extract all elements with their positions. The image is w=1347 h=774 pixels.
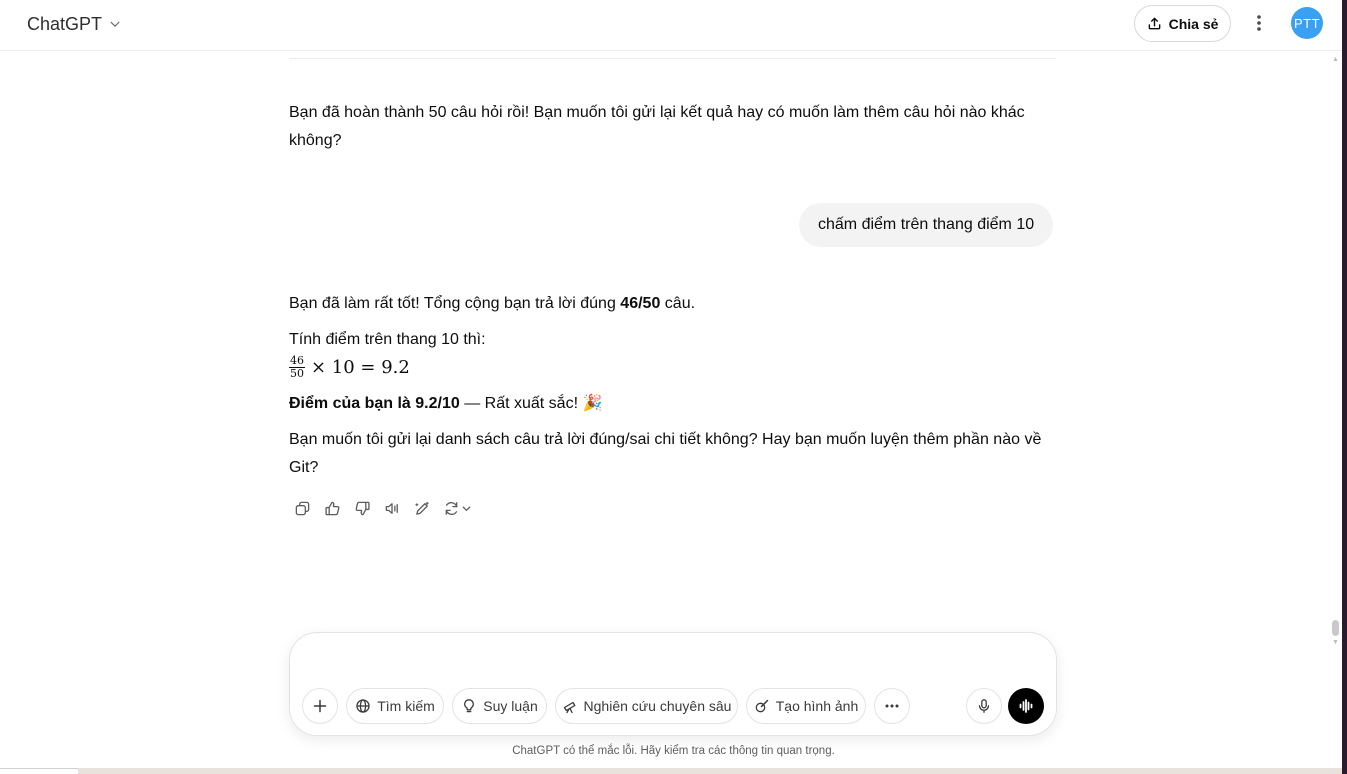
reason-tool-label: Suy luận <box>483 698 538 714</box>
reason-tool-button[interactable]: Suy luận <box>452 688 547 724</box>
model-switcher[interactable]: ChatGPT <box>20 9 129 39</box>
assistant-reply-paragraph-2: Tính điểm trên thang 10 thì: <box>289 331 486 348</box>
user-message-bubble: chấm điểm trên thang điểm 10 <box>799 203 1054 247</box>
model-name: ChatGPT <box>27 13 103 34</box>
regenerate-button[interactable] <box>439 495 475 521</box>
read-aloud-icon <box>385 502 398 514</box>
plus-icon <box>313 699 327 713</box>
edit-in-canvas-button[interactable] <box>409 495 435 521</box>
message-divider <box>289 58 1056 59</box>
disclaimer: ChatGPT có thể mắc lỗi. Hãy kiểm tra các… <box>512 745 835 757</box>
user-message-text: chấm điểm trên thang điểm 10 <box>818 216 1035 233</box>
regenerate-icon <box>445 501 457 515</box>
deep-research-tool-label: Nghiên cứu chuyên sâu <box>583 698 732 714</box>
microphone-icon <box>978 699 990 713</box>
avatar[interactable]: PTT <box>1291 7 1323 39</box>
thumbs-up-icon <box>324 501 339 515</box>
share-label: Chia sẻ <box>1168 15 1219 32</box>
read-aloud-button[interactable] <box>379 495 405 521</box>
math-formula: 46 50 × 10 = 9.2 <box>289 355 410 380</box>
formula-rest: × 10 = 9.2 <box>311 357 410 378</box>
vertical-ellipsis-icon <box>1257 15 1261 31</box>
upload-icon <box>1148 17 1160 30</box>
scroll-up-arrow-icon[interactable]: ▲ <box>1332 56 1339 63</box>
copy-button[interactable] <box>289 495 315 521</box>
bad-response-button[interactable] <box>349 495 375 521</box>
score-result-text: — Rất xuất sắc! 🎉 <box>459 395 603 412</box>
good-response-button[interactable] <box>319 495 345 521</box>
scroll-thumb[interactable] <box>1332 620 1339 636</box>
copy-icon <box>295 501 309 515</box>
taskbar-edge <box>0 768 78 774</box>
sound-wave-icon <box>1019 699 1033 713</box>
scroll-down-arrow-icon[interactable]: ▼ <box>1332 639 1339 646</box>
dictate-button[interactable] <box>966 688 1002 724</box>
more-options-button[interactable] <box>1246 10 1272 36</box>
globe-icon <box>356 699 370 713</box>
voice-mode-button[interactable] <box>1008 688 1044 724</box>
window-edge <box>1342 0 1347 774</box>
taskbar-strip <box>78 768 1342 774</box>
assistant-reply-paragraph-4: Bạn muốn tôi gửi lại danh sách câu trả l… <box>289 431 1042 476</box>
fraction-denominator: 50 <box>290 367 304 380</box>
message-actions <box>289 495 475 521</box>
more-tools-button[interactable] <box>874 688 910 724</box>
top-bar: ChatGPT Chia sẻ PTT <box>0 0 1342 51</box>
create-image-tool-label: Tạo hình ảnh <box>775 698 859 714</box>
paint-brush-icon <box>755 699 768 713</box>
assistant-reply-paragraph-3: Điểm của bạn là 9.2/10 — Rất xuất sắc! 🎉 <box>289 390 1049 418</box>
assistant-message-previous: Bạn đã hoàn thành 50 câu hỏi rồi! Bạn mu… <box>289 104 1025 149</box>
search-tool-label: Tìm kiếm <box>377 698 435 714</box>
conversation-area: Bạn đã hoàn thành 50 câu hỏi rồi! Bạn mu… <box>0 52 1330 632</box>
reply-text: Bạn đã làm rất tốt! Tổng cộng bạn trả lờ… <box>289 295 621 312</box>
composer: Tìm kiếm Suy luận Nghiên cứu chuyên sâu … <box>289 632 1057 736</box>
search-tool-button[interactable]: Tìm kiếm <box>346 688 444 724</box>
chevron-down-icon <box>462 505 470 511</box>
deep-research-tool-button[interactable]: Nghiên cứu chuyên sâu <box>555 688 738 724</box>
reply-bold-score: 46/50 <box>620 295 661 312</box>
assistant-reply-paragraph-1: Bạn đã làm rất tốt! Tổng cộng bạn trả lờ… <box>289 290 1049 318</box>
chat-scrollbar[interactable]: ▲ ▼ <box>1330 52 1342 652</box>
prompt-input[interactable] <box>310 647 1030 675</box>
share-button[interactable]: Chia sẻ <box>1134 5 1231 42</box>
telescope-icon <box>563 701 575 714</box>
reply-text-end: câu. <box>660 295 696 312</box>
fraction: 46 50 <box>289 355 305 380</box>
chevron-down-icon <box>110 21 120 27</box>
lightbulb-icon <box>464 699 475 713</box>
score-result-bold: Điểm của bạn là 9.2/10 <box>289 395 460 412</box>
thumbs-down-icon <box>355 501 370 515</box>
create-image-tool-button[interactable]: Tạo hình ảnh <box>746 688 866 724</box>
horizontal-ellipsis-icon <box>885 704 899 708</box>
edit-canvas-icon <box>414 501 429 515</box>
attach-button[interactable] <box>302 688 338 724</box>
